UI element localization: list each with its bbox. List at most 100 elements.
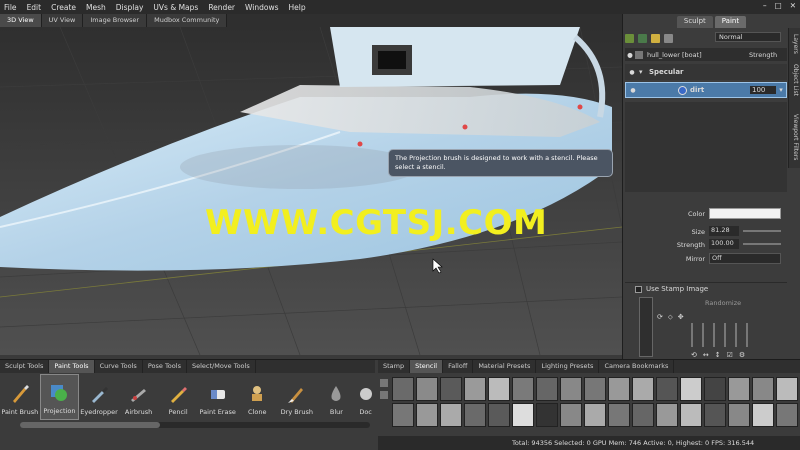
tool-tray-scrollbar[interactable]: [20, 422, 370, 428]
stencil-thumbnail[interactable]: [704, 403, 726, 427]
tool-clone[interactable]: Clone: [237, 374, 277, 420]
stencil-thumbnail[interactable]: [776, 403, 798, 427]
tab-mudbox-community[interactable]: Mudbox Community: [147, 14, 228, 27]
menu-create[interactable]: Create: [51, 3, 76, 12]
stencil-thumbnail[interactable]: [488, 377, 510, 401]
new-layer-icon[interactable]: [625, 33, 634, 43]
stencil-thumbnail[interactable]: [656, 377, 678, 401]
blend-mode-select[interactable]: Normal: [715, 32, 781, 42]
tab-paint[interactable]: Paint: [714, 16, 747, 28]
checkbox-icon[interactable]: ☑: [727, 351, 733, 359]
tool-pencil[interactable]: Pencil: [158, 374, 198, 420]
stencil-thumbnail[interactable]: [464, 377, 486, 401]
side-tab-object-list[interactable]: Object List: [792, 64, 799, 96]
stencil-thumbnail[interactable]: [776, 377, 798, 401]
tool-blur[interactable]: Blur: [317, 374, 357, 420]
stencil-thumbnail[interactable]: [536, 403, 558, 427]
stencil-thumbnail[interactable]: [680, 403, 702, 427]
stencil-thumbnail[interactable]: [512, 377, 534, 401]
stencil-thumbnail[interactable]: [560, 403, 582, 427]
tab-sculpt[interactable]: Sculpt: [676, 16, 713, 28]
stencil-thumbnail[interactable]: [728, 377, 750, 401]
tool-projection[interactable]: Projection: [39, 374, 80, 420]
expand-triangle-icon[interactable]: ▾: [639, 68, 649, 76]
stencil-thumbnail[interactable]: [752, 403, 774, 427]
tab-stamp[interactable]: Stamp: [378, 360, 411, 373]
stencil-thumbnail[interactable]: [416, 377, 438, 401]
mirror-select[interactable]: Off: [709, 253, 781, 264]
randomize-sliders[interactable]: [691, 323, 771, 347]
tab-image-browser[interactable]: Image Browser: [83, 14, 148, 27]
rotate-icon[interactable]: ⟳: [657, 313, 663, 322]
stencil-folder-icon[interactable]: [380, 379, 388, 387]
menu-render[interactable]: Render: [208, 3, 235, 12]
stencil-thumbnail[interactable]: [440, 403, 462, 427]
stencil-thumbnail[interactable]: [536, 377, 558, 401]
flip-icon[interactable]: ⬦: [668, 313, 673, 322]
tab-falloff[interactable]: Falloff: [443, 360, 474, 373]
minimize-icon[interactable]: –: [763, 1, 767, 10]
stencil-thumbnail[interactable]: [488, 403, 510, 427]
stencil-thumbnail[interactable]: [440, 377, 462, 401]
stencil-thumbnail[interactable]: [512, 403, 534, 427]
pin-icon[interactable]: ▾: [776, 86, 786, 94]
stencil-thumbnail[interactable]: [752, 377, 774, 401]
strength-input[interactable]: 100.00: [709, 239, 739, 249]
stencil-thumbnail[interactable]: [728, 403, 750, 427]
tool-doc[interactable]: Doc: [356, 374, 375, 420]
maximize-icon[interactable]: □: [775, 1, 782, 10]
eye-icon[interactable]: ●: [625, 69, 639, 76]
menu-display[interactable]: Display: [116, 3, 144, 12]
layer-row-selected[interactable]: ● dirt 100 ▾: [625, 82, 787, 98]
eye-icon[interactable]: ●: [626, 87, 640, 94]
folder-icon[interactable]: [651, 33, 660, 43]
size-slider[interactable]: [743, 230, 781, 232]
layer-strength-value[interactable]: 100: [750, 86, 776, 94]
layer-group-row[interactable]: ● ▾ Specular: [625, 64, 787, 80]
tab-select-move-tools[interactable]: Select/Move Tools: [187, 360, 256, 373]
stencil-add-icon[interactable]: [380, 391, 388, 399]
tool-airbrush[interactable]: Airbrush: [119, 374, 159, 420]
color-swatch[interactable]: [709, 208, 781, 219]
stencil-thumbnail[interactable]: [680, 377, 702, 401]
3d-viewport[interactable]: [0, 27, 622, 355]
tab-paint-tools[interactable]: Paint Tools: [49, 360, 95, 373]
tool-dry-brush[interactable]: Dry Brush: [277, 374, 317, 420]
use-stamp-checkbox[interactable]: [635, 285, 642, 293]
tab-3d-view[interactable]: 3D View: [0, 14, 42, 27]
flip-vertical-icon[interactable]: ↕: [715, 351, 721, 359]
stencil-thumbnail[interactable]: [416, 403, 438, 427]
tab-uv-view[interactable]: UV View: [41, 14, 84, 27]
stencil-thumbnail[interactable]: [608, 377, 630, 401]
lock-icon[interactable]: [635, 50, 643, 59]
stencil-thumbnail[interactable]: [464, 403, 486, 427]
side-tab-viewport-filters[interactable]: Viewport Filters: [792, 114, 799, 160]
stencil-thumbnail[interactable]: [608, 403, 630, 427]
stencil-thumbnail[interactable]: [392, 377, 414, 401]
stencil-thumbnail[interactable]: [704, 377, 726, 401]
strength-slider[interactable]: [743, 243, 781, 245]
menu-windows[interactable]: Windows: [245, 3, 278, 12]
layer-name[interactable]: dirt: [690, 86, 750, 94]
menu-uvs-maps[interactable]: UVs & Maps: [153, 3, 198, 12]
close-icon[interactable]: ✕: [790, 1, 796, 10]
tab-lighting-presets[interactable]: Lighting Presets: [536, 360, 600, 373]
menu-help[interactable]: Help: [289, 3, 306, 12]
tool-paint-erase[interactable]: Paint Erase: [198, 374, 238, 420]
menu-mesh[interactable]: Mesh: [86, 3, 106, 12]
tab-pose-tools[interactable]: Pose Tools: [143, 360, 187, 373]
tab-curve-tools[interactable]: Curve Tools: [95, 360, 143, 373]
stencil-thumbnail[interactable]: [584, 403, 606, 427]
flip-horizontal-icon[interactable]: ↔: [703, 351, 709, 359]
use-stamp-row[interactable]: Use Stamp Image: [635, 285, 708, 293]
size-input[interactable]: 81.28: [709, 226, 739, 236]
stencil-thumbnail[interactable]: [632, 403, 654, 427]
side-tab-layers[interactable]: Layers: [792, 34, 799, 54]
tab-material-presets[interactable]: Material Presets: [473, 360, 537, 373]
menu-edit[interactable]: Edit: [27, 3, 42, 12]
visibility-icon[interactable]: ●: [625, 51, 635, 59]
stencil-thumbnail[interactable]: [584, 377, 606, 401]
stencil-thumbnail[interactable]: [392, 403, 414, 427]
gear-icon[interactable]: ⚙: [739, 351, 745, 359]
tab-camera-bookmarks[interactable]: Camera Bookmarks: [599, 360, 675, 373]
